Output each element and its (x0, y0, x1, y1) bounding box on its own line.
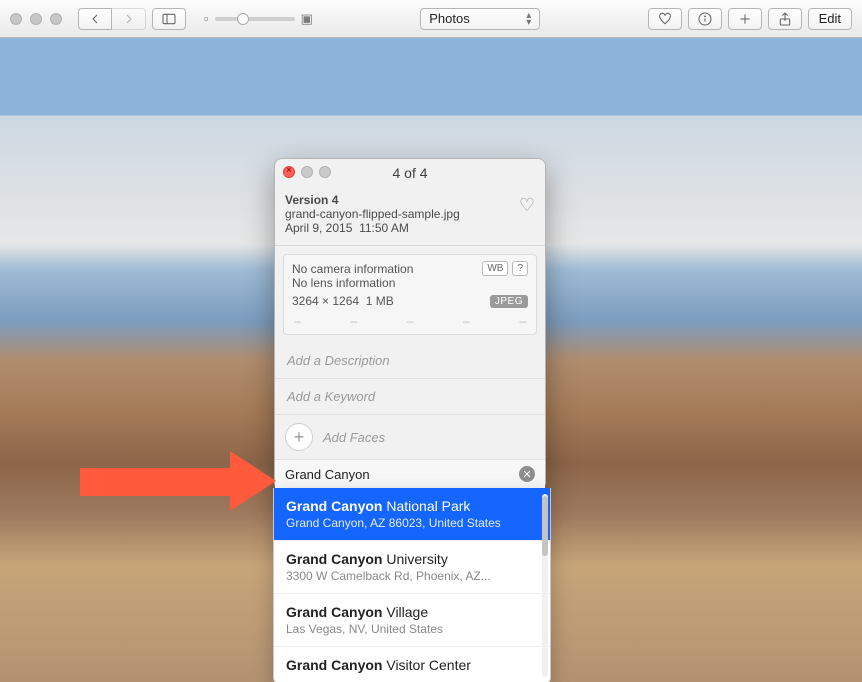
suggestion-primary: Grand Canyon Village (286, 604, 538, 620)
panel-zoom-dot[interactable] (319, 166, 331, 178)
datetime-label: April 9, 2015 11:50 AM (285, 221, 535, 235)
fullscreen-window-dot[interactable] (50, 13, 62, 25)
panel-traffic-lights (283, 166, 331, 178)
location-field[interactable]: ✕ Grand Canyon National ParkGrand Canyon… (275, 460, 545, 489)
favorite-button[interactable] (648, 8, 682, 30)
suggestion-secondary: Las Vegas, NV, United States (286, 622, 538, 636)
zoom-slider[interactable] (215, 17, 295, 21)
info-panel-titlebar[interactable]: 4 of 4 (275, 159, 545, 187)
suggestion-secondary: Grand Canyon, AZ 86023, United States (286, 516, 538, 530)
suggestion-primary: Grand Canyon University (286, 551, 538, 567)
suggestion-primary: Grand Canyon National Park (286, 498, 538, 514)
info-icon (697, 11, 713, 27)
location-suggestion-item[interactable]: Grand Canyon National Park Grand Canyon, … (274, 488, 550, 541)
sidebar-toggle-button[interactable] (152, 8, 186, 30)
info-button[interactable] (688, 8, 722, 30)
location-suggestion-item[interactable]: Grand Canyon Village Las Vegas, NV, Unite… (274, 594, 550, 647)
dropdown-scrollbar[interactable] (542, 494, 548, 677)
filename-label: grand-canyon-flipped-sample.jpg (285, 207, 535, 221)
window-traffic-lights (10, 13, 62, 25)
plus-icon (737, 11, 753, 27)
sidebar-icon (161, 11, 177, 27)
panel-minimize-dot[interactable] (301, 166, 313, 178)
clear-icon[interactable]: ✕ (519, 466, 535, 482)
minimize-window-dot[interactable] (30, 13, 42, 25)
zoom-control: ▫ ▣ (204, 11, 313, 27)
back-button[interactable] (78, 8, 112, 30)
share-button[interactable] (768, 8, 802, 30)
camera-info: No camera information (292, 262, 413, 276)
view-selector-label: Photos (429, 11, 469, 26)
faces-row[interactable]: + Add Faces (275, 415, 545, 460)
updown-icon: ▴▾ (526, 12, 531, 26)
zoom-slider-thumb[interactable] (237, 13, 249, 25)
view-selector[interactable]: Photos ▴▾ (420, 8, 540, 30)
faces-label: Add Faces (323, 430, 385, 445)
zoom-large-icon: ▣ (301, 11, 313, 27)
close-window-dot[interactable] (10, 13, 22, 25)
favorite-heart-icon[interactable]: ♡ (519, 195, 535, 216)
chevron-left-icon (87, 11, 103, 27)
exif-placeholder-row: ––––– (292, 308, 528, 334)
chevron-right-icon (121, 11, 137, 27)
location-suggestion-item[interactable]: Grand Canyon Visitor Center (274, 647, 550, 682)
edit-button-label: Edit (819, 11, 841, 26)
forward-button[interactable] (112, 8, 146, 30)
toolbar: ▫ ▣ Photos ▴▾ Edit (0, 0, 862, 38)
share-icon (777, 11, 793, 27)
help-badge[interactable]: ? (512, 261, 528, 276)
dimensions-size: 3264 × 1264 1 MB (292, 294, 394, 308)
heart-icon (657, 11, 673, 27)
description-field[interactable]: Add a Description (275, 343, 545, 379)
wb-badge[interactable]: WB (482, 261, 508, 276)
info-panel-title: 4 of 4 (392, 165, 427, 181)
dropdown-scroll-thumb[interactable] (542, 496, 548, 556)
location-suggestions: Grand Canyon National Park Grand Canyon, … (273, 488, 551, 682)
annotation-arrow (80, 452, 280, 510)
location-suggestion-item[interactable]: Grand Canyon University 3300 W Camelback … (274, 541, 550, 594)
add-face-button[interactable]: + (285, 423, 313, 451)
location-input[interactable] (285, 467, 519, 482)
info-panel: 4 of 4 ♡ Version 4 grand-canyon-flipped-… (274, 158, 546, 490)
metadata-box: No camera information WB ? No lens infor… (283, 254, 537, 335)
version-label: Version 4 (285, 193, 535, 207)
keyword-field[interactable]: Add a Keyword (275, 379, 545, 415)
add-button[interactable] (728, 8, 762, 30)
lens-info: No lens information (292, 276, 528, 290)
panel-close-dot[interactable] (283, 166, 295, 178)
info-header: ♡ Version 4 grand-canyon-flipped-sample.… (275, 187, 545, 246)
suggestion-secondary: 3300 W Camelback Rd, Phoenix, AZ... (286, 569, 538, 583)
suggestion-primary: Grand Canyon Visitor Center (286, 657, 538, 673)
edit-button[interactable]: Edit (808, 8, 852, 30)
zoom-small-icon: ▫ (204, 11, 209, 26)
format-badge: JPEG (490, 295, 528, 308)
